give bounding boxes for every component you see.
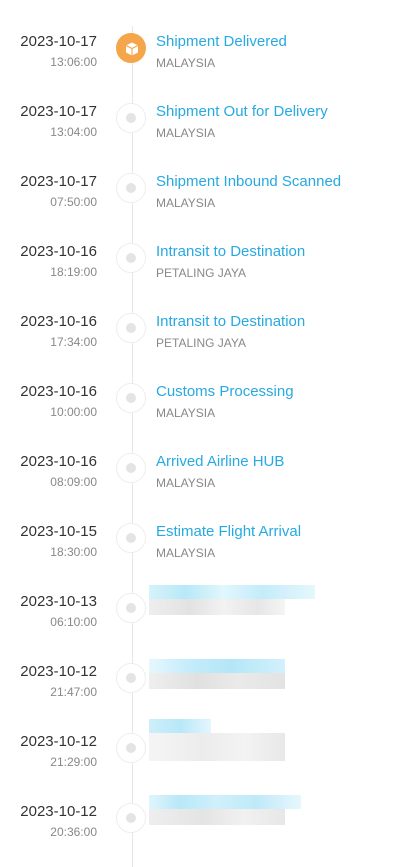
event-location: MALAYSIA — [156, 56, 216, 70]
event-date: 2023-10-12 — [20, 733, 97, 750]
event-time: 07:50:00 — [50, 195, 97, 209]
redacted-status-blur — [149, 659, 285, 689]
timeline-entry: 2023-10-16 17:34:00 Intransit to Destina… — [0, 291, 411, 361]
timeline-entry: 2023-10-16 10:00:00 Customs Processing M… — [0, 361, 411, 431]
timeline-node — [116, 103, 146, 133]
event-time: 17:34:00 — [50, 335, 97, 349]
event-status: Shipment Delivered — [156, 33, 287, 50]
event-status: Shipment Out for Delivery — [156, 103, 328, 120]
event-date: 2023-10-17 — [20, 173, 97, 190]
event-date: 2023-10-12 — [20, 803, 97, 820]
event-time: 18:30:00 — [50, 545, 97, 559]
timeline-entry: 2023-10-12 21:29:00 — [0, 711, 411, 781]
event-time: 21:47:00 — [50, 685, 97, 699]
event-time: 18:19:00 — [50, 265, 97, 279]
timeline-node — [116, 313, 146, 343]
event-time: 10:00:00 — [50, 405, 97, 419]
timeline-entry: 2023-10-17 07:50:00 Shipment Inbound Sca… — [0, 151, 411, 221]
timeline-node — [116, 803, 146, 833]
timeline-entry: 2023-10-12 21:47:00 — [0, 641, 411, 711]
redacted-status-blur — [149, 719, 285, 761]
event-date: 2023-10-16 — [20, 313, 97, 330]
timeline-entry: 2023-10-17 13:04:00 Shipment Out for Del… — [0, 81, 411, 151]
event-location: PETALING JAYA — [156, 266, 247, 280]
timeline-entry: 2023-10-13 06:10:00 — [0, 571, 411, 641]
event-location: PETALING JAYA — [156, 336, 247, 350]
event-time: 08:09:00 — [50, 475, 97, 489]
event-location: MALAYSIA — [156, 196, 216, 210]
event-status: Arrived Airline HUB — [156, 453, 285, 470]
timeline-node — [116, 383, 146, 413]
redacted-status-blur — [149, 795, 301, 825]
event-date: 2023-10-16 — [20, 453, 97, 470]
event-date: 2023-10-16 — [20, 383, 97, 400]
event-time: 06:10:00 — [50, 615, 97, 629]
timeline-node — [116, 173, 146, 203]
timeline-node — [116, 593, 146, 623]
event-time: 13:06:00 — [50, 55, 97, 69]
timeline-entry: 2023-10-12 20:36:00 — [0, 781, 411, 851]
event-date: 2023-10-16 — [20, 243, 97, 260]
timeline-entry: 2023-10-17 13:06:00 Shipment Delivered M… — [0, 11, 411, 81]
event-location: MALAYSIA — [156, 546, 216, 560]
event-date: 2023-10-12 — [20, 663, 97, 680]
redacted-status-blur — [149, 585, 315, 615]
timeline-entry: 2023-10-16 18:19:00 Intransit to Destina… — [0, 221, 411, 291]
event-time: 13:04:00 — [50, 125, 97, 139]
event-date: 2023-10-17 — [20, 103, 97, 120]
event-location: MALAYSIA — [156, 406, 216, 420]
timeline-node — [116, 663, 146, 693]
event-location: MALAYSIA — [156, 126, 216, 140]
event-time: 20:36:00 — [50, 825, 97, 839]
timeline-node — [116, 523, 146, 553]
event-time: 21:29:00 — [50, 755, 97, 769]
event-location: MALAYSIA — [156, 476, 216, 490]
event-date: 2023-10-13 — [20, 593, 97, 610]
event-status: Estimate Flight Arrival — [156, 523, 302, 540]
event-status: Intransit to Destination — [156, 313, 306, 330]
event-status: Shipment Inbound Scanned — [156, 173, 342, 190]
event-status: Customs Processing — [156, 383, 294, 400]
timeline-node — [116, 453, 146, 483]
event-date: 2023-10-17 — [20, 33, 97, 50]
event-status: Intransit to Destination — [156, 243, 306, 260]
timeline-node — [116, 243, 146, 273]
event-date: 2023-10-15 — [20, 523, 97, 540]
timeline-entry: 2023-10-15 18:30:00 Estimate Flight Arri… — [0, 501, 411, 571]
timeline-entry: 2023-10-16 08:09:00 Arrived Airline HUB … — [0, 431, 411, 501]
timeline-node — [116, 733, 146, 763]
package-icon — [116, 33, 146, 63]
